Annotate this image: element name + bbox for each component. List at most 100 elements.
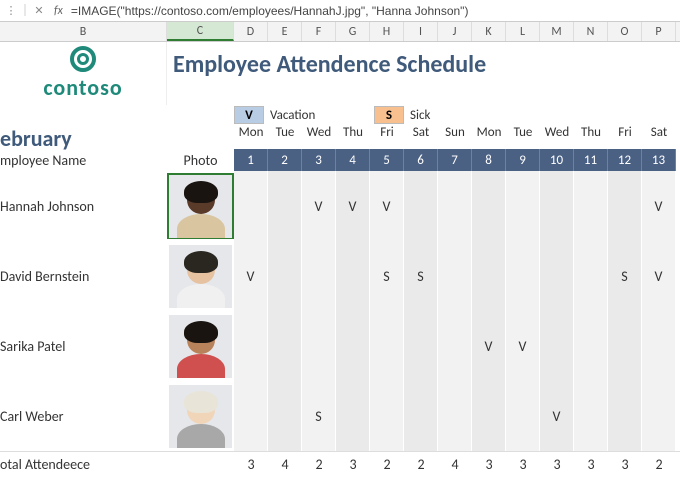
attendance-cell[interactable]: V [336,171,370,241]
attendance-cell[interactable] [438,171,472,241]
column-header-o[interactable]: O [608,22,642,41]
column-header-i[interactable]: I [404,22,438,41]
employee-photo[interactable] [167,173,234,239]
attendance-cell[interactable] [404,311,438,381]
employee-photo[interactable] [167,313,234,379]
attendance-cell[interactable] [336,311,370,381]
cancel-icon[interactable]: ✕ [32,4,46,18]
attendance-cell[interactable] [472,171,506,241]
date-header[interactable]: 5 [370,149,404,171]
attendance-cell[interactable]: S [302,381,336,451]
date-header[interactable]: 1 [234,149,268,171]
total-cell[interactable]: 3 [608,456,642,473]
attendance-cell[interactable]: V [642,171,676,241]
column-header-n[interactable]: N [574,22,608,41]
attendance-cell[interactable] [472,241,506,311]
fx-label[interactable]: fx [50,4,67,18]
dropdown-icon[interactable]: ⋮ [4,4,18,18]
column-header-e[interactable]: E [268,22,302,41]
attendance-cell[interactable] [268,241,302,311]
employee-name[interactable]: David Bernstein [0,268,167,285]
attendance-cell[interactable] [268,171,302,241]
column-header-m[interactable]: M [540,22,574,41]
date-header[interactable]: 9 [506,149,540,171]
attendance-cell[interactable] [370,311,404,381]
attendance-cell[interactable] [438,381,472,451]
attendance-cell[interactable] [234,171,268,241]
date-header[interactable]: 12 [608,149,642,171]
total-cell[interactable]: 2 [404,456,438,473]
attendance-cell[interactable]: S [608,241,642,311]
column-header-p[interactable]: P [642,22,676,41]
employee-photo[interactable] [167,383,234,449]
attendance-cell[interactable]: V [472,311,506,381]
attendance-cell[interactable] [506,381,540,451]
column-header-l[interactable]: L [506,22,540,41]
total-cell[interactable]: 3 [540,456,574,473]
attendance-cell[interactable] [336,381,370,451]
attendance-cell[interactable] [506,171,540,241]
date-header[interactable]: 10 [540,149,574,171]
attendance-cell[interactable] [574,241,608,311]
total-cell[interactable]: 4 [268,456,302,473]
attendance-cell[interactable] [642,381,676,451]
total-cell[interactable]: 3 [234,456,268,473]
attendance-cell[interactable] [574,171,608,241]
date-header[interactable]: 8 [472,149,506,171]
attendance-cell[interactable] [540,311,574,381]
attendance-cell[interactable]: V [370,171,404,241]
total-cell[interactable]: 2 [642,456,676,473]
attendance-cell[interactable] [608,171,642,241]
attendance-cell[interactable] [540,171,574,241]
column-header-f[interactable]: F [302,22,336,41]
attendance-cell[interactable] [268,311,302,381]
attendance-cell[interactable] [370,381,404,451]
total-cell[interactable]: 4 [438,456,472,473]
column-header-b[interactable]: B [0,22,167,41]
attendance-cell[interactable] [608,381,642,451]
total-cell[interactable]: 3 [574,456,608,473]
column-header-k[interactable]: K [472,22,506,41]
attendance-cell[interactable] [574,311,608,381]
date-header[interactable]: 13 [642,149,676,171]
attendance-cell[interactable] [268,381,302,451]
attendance-cell[interactable] [438,241,472,311]
attendance-cell[interactable] [574,381,608,451]
attendance-cell[interactable]: V [642,241,676,311]
attendance-cell[interactable] [404,381,438,451]
attendance-cell[interactable] [302,241,336,311]
attendance-cell[interactable] [234,381,268,451]
attendance-cell[interactable]: V [302,171,336,241]
column-header-c[interactable]: C [167,22,234,41]
employee-name[interactable]: Carl Weber [0,408,167,425]
total-cell[interactable]: 3 [336,456,370,473]
attendance-cell[interactable] [540,241,574,311]
attendance-cell[interactable] [234,311,268,381]
column-header-h[interactable]: H [370,22,404,41]
total-cell[interactable]: 2 [370,456,404,473]
employee-name[interactable]: Hannah Johnson [0,198,167,215]
date-header[interactable]: 3 [302,149,336,171]
attendance-cell[interactable] [608,311,642,381]
date-header[interactable]: 4 [336,149,370,171]
attendance-cell[interactable] [302,311,336,381]
attendance-cell[interactable] [506,241,540,311]
formula-input[interactable] [71,4,676,18]
total-cell[interactable]: 2 [302,456,336,473]
column-header-d[interactable]: D [234,22,268,41]
attendance-cell[interactable] [438,311,472,381]
attendance-cell[interactable] [472,381,506,451]
column-header-g[interactable]: G [336,22,370,41]
total-cell[interactable]: 3 [472,456,506,473]
attendance-cell[interactable]: V [540,381,574,451]
date-header[interactable]: 7 [438,149,472,171]
attendance-cell[interactable] [336,241,370,311]
attendance-cell[interactable]: S [404,241,438,311]
employee-photo[interactable] [167,243,234,309]
date-header[interactable]: 6 [404,149,438,171]
date-header[interactable]: 11 [574,149,608,171]
employee-name[interactable]: Sarika Patel [0,338,167,355]
attendance-cell[interactable]: S [370,241,404,311]
attendance-cell[interactable] [404,171,438,241]
date-header[interactable]: 2 [268,149,302,171]
